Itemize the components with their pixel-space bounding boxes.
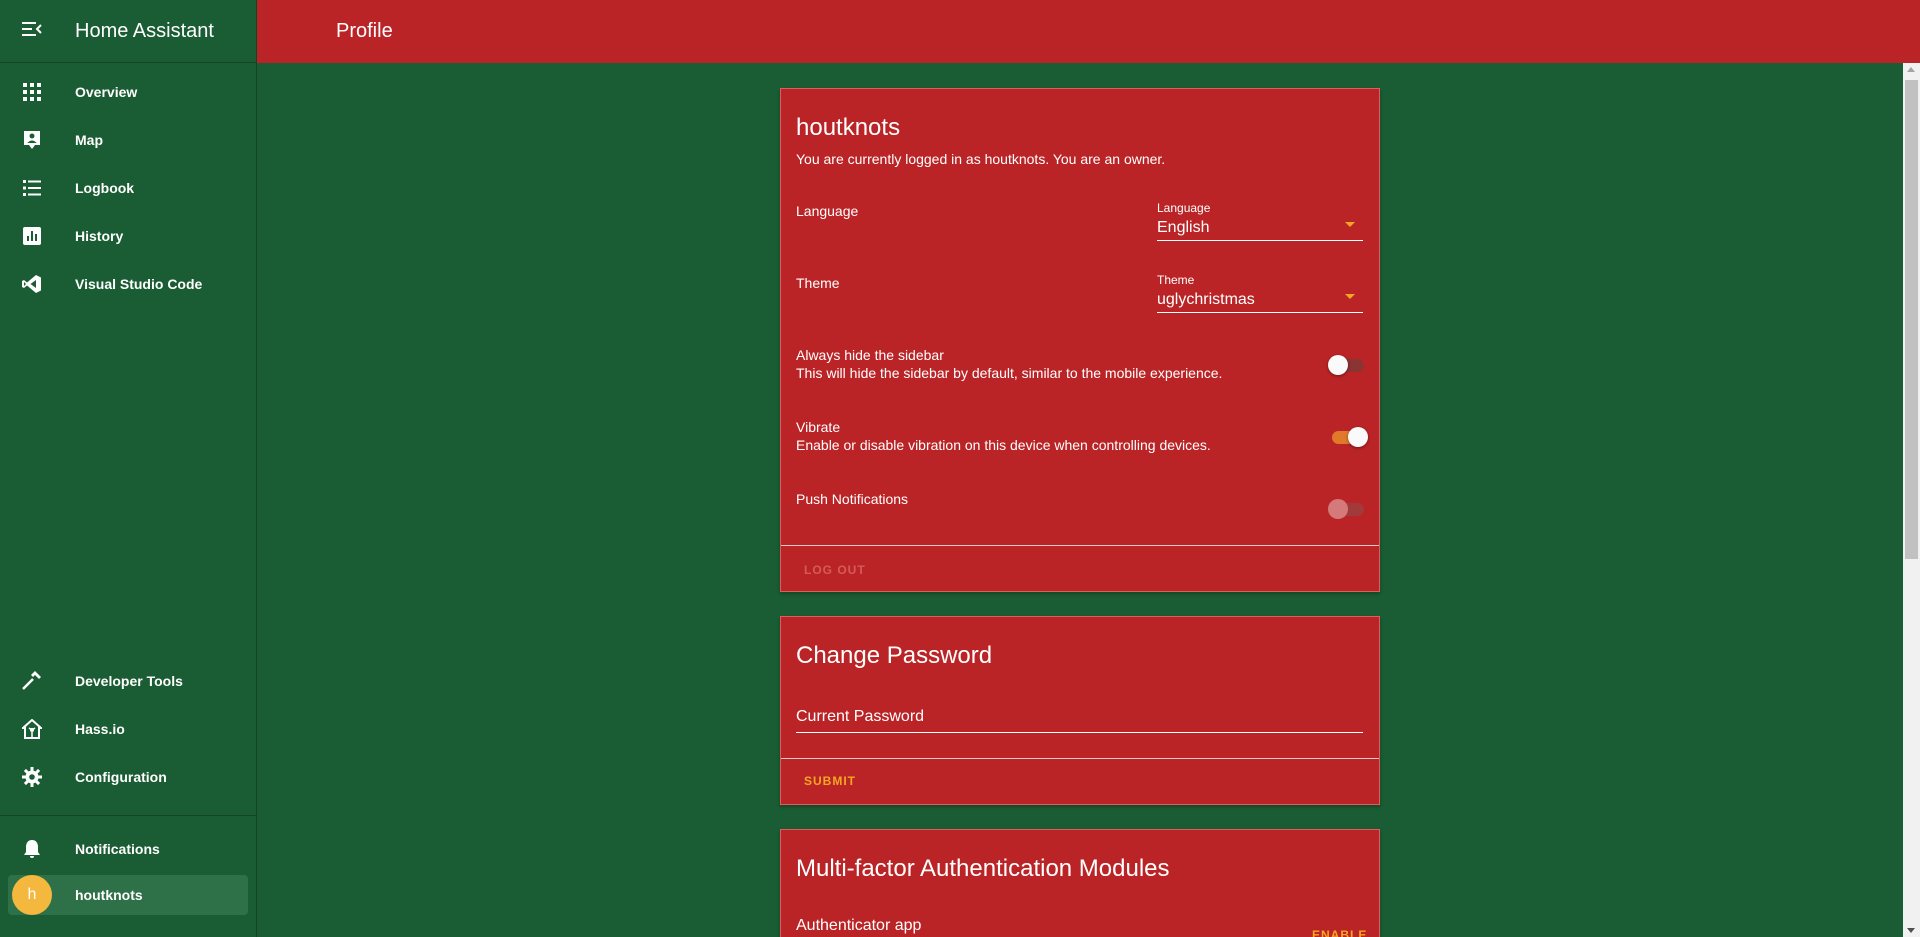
card-divider <box>781 545 1379 546</box>
current-password-label: Current Password <box>796 708 925 725</box>
sidebar-item-visual-studio-code[interactable]: Visual Studio Code <box>8 264 248 304</box>
sidebar-item-user[interactable]: h houtknots <box>8 875 248 915</box>
language-field-label: Language <box>1157 201 1211 215</box>
sidebar-item-notifications[interactable]: Notifications <box>8 829 248 869</box>
sidebar-item-developer-tools[interactable]: Developer Tools <box>8 661 248 701</box>
push-notifications-toggle[interactable] <box>1328 497 1368 521</box>
app-title: Home Assistant <box>75 19 214 42</box>
enable-button[interactable]: ENABLE <box>1304 917 1375 937</box>
mfa-card: Multi-factor Authentication Modules Auth… <box>780 829 1380 937</box>
list-icon <box>8 168 56 208</box>
input-underline <box>796 732 1363 733</box>
push-notifications-label: Push Notifications <box>796 491 909 507</box>
toggle-knob <box>1348 427 1368 447</box>
sidebar-item-label: Visual Studio Code <box>75 276 203 292</box>
language-row-label: Language <box>796 203 859 219</box>
theme-value: uglychristmas <box>1157 291 1255 308</box>
sidebar-item-label: Overview <box>75 84 138 100</box>
theme-field-label: Theme <box>1157 273 1195 287</box>
authenticator-app-label: Authenticator app <box>796 917 922 934</box>
sidebar-item-label: History <box>75 228 124 244</box>
profile-username: houtknots <box>796 114 901 141</box>
profile-card: houtknots You are currently logged in as… <box>780 88 1380 592</box>
logged-in-text: You are currently logged in as houtknots… <box>796 151 1166 167</box>
page-title: Profile <box>336 20 393 42</box>
map-account-icon <box>8 120 56 160</box>
gear-icon <box>8 757 56 797</box>
change-password-title: Change Password <box>796 642 993 669</box>
sidebar-item-history[interactable]: History <box>8 216 248 256</box>
sidebar-header: Home Assistant <box>0 0 256 63</box>
menu-toggle-button[interactable] <box>0 0 63 63</box>
dropdown-arrow-icon <box>1345 222 1355 227</box>
sidebar-item-map[interactable]: Map <box>8 120 248 160</box>
sidebar-divider <box>0 815 256 816</box>
dropdown-underline <box>1157 240 1363 241</box>
chart-icon <box>8 216 56 256</box>
sidebar-item-overview[interactable]: Overview <box>8 72 248 112</box>
toggle-knob <box>1328 499 1348 519</box>
dropdown-underline <box>1157 312 1363 313</box>
change-password-card: Change Password Current Password SUBMIT <box>780 616 1380 805</box>
vibrate-description: Enable or disable vibration on this devi… <box>796 437 1211 453</box>
submit-button[interactable]: SUBMIT <box>796 763 864 799</box>
scroll-up-arrow-icon[interactable] <box>1907 67 1915 72</box>
vibrate-toggle[interactable] <box>1328 425 1368 449</box>
hide-sidebar-toggle[interactable] <box>1328 353 1368 377</box>
avatar: h <box>12 875 52 915</box>
hassio-icon <box>8 709 56 749</box>
language-dropdown[interactable]: Language English <box>1157 201 1363 241</box>
sidebar-item-hassio[interactable]: Hass.io <box>8 709 248 749</box>
theme-row-label: Theme <box>796 275 840 291</box>
sidebar-item-label: Configuration <box>75 769 167 785</box>
current-password-input[interactable]: Current Password <box>796 703 1363 733</box>
scrollbar-thumb[interactable] <box>1905 80 1918 559</box>
toolbar: Profile <box>257 0 1920 63</box>
logout-button[interactable]: LOG OUT <box>796 552 874 588</box>
theme-dropdown[interactable]: Theme uglychristmas <box>1157 273 1363 313</box>
user-name: houtknots <box>75 887 143 903</box>
scroll-down-arrow-icon[interactable] <box>1907 928 1915 933</box>
mfa-title: Multi-factor Authentication Modules <box>796 855 1170 882</box>
card-divider <box>781 758 1379 759</box>
page-scrollbar[interactable] <box>1903 63 1920 937</box>
sidebar-item-label: Hass.io <box>75 721 125 737</box>
sidebar-item-logbook[interactable]: Logbook <box>8 168 248 208</box>
sidebar-item-configuration[interactable]: Configuration <box>8 757 248 797</box>
hide-sidebar-description: This will hide the sidebar by default, s… <box>796 365 1223 381</box>
sidebar-item-label: Map <box>75 132 103 148</box>
toggle-knob <box>1328 355 1348 375</box>
hammer-icon <box>8 661 56 701</box>
sidebar-item-label: Notifications <box>75 841 160 857</box>
sidebar-item-label: Developer Tools <box>75 673 183 689</box>
vibrate-label: Vibrate <box>796 419 841 435</box>
language-value: English <box>1157 219 1210 236</box>
dropdown-arrow-icon <box>1345 294 1355 299</box>
menu-collapse-icon <box>21 21 42 41</box>
hide-sidebar-label: Always hide the sidebar <box>796 347 944 363</box>
sidebar: Home Assistant Overview Map Logbook Hist… <box>0 0 257 937</box>
grid-icon <box>8 72 56 112</box>
bell-icon <box>8 829 56 869</box>
sidebar-item-label: Logbook <box>75 180 135 196</box>
vscode-icon <box>8 264 56 304</box>
